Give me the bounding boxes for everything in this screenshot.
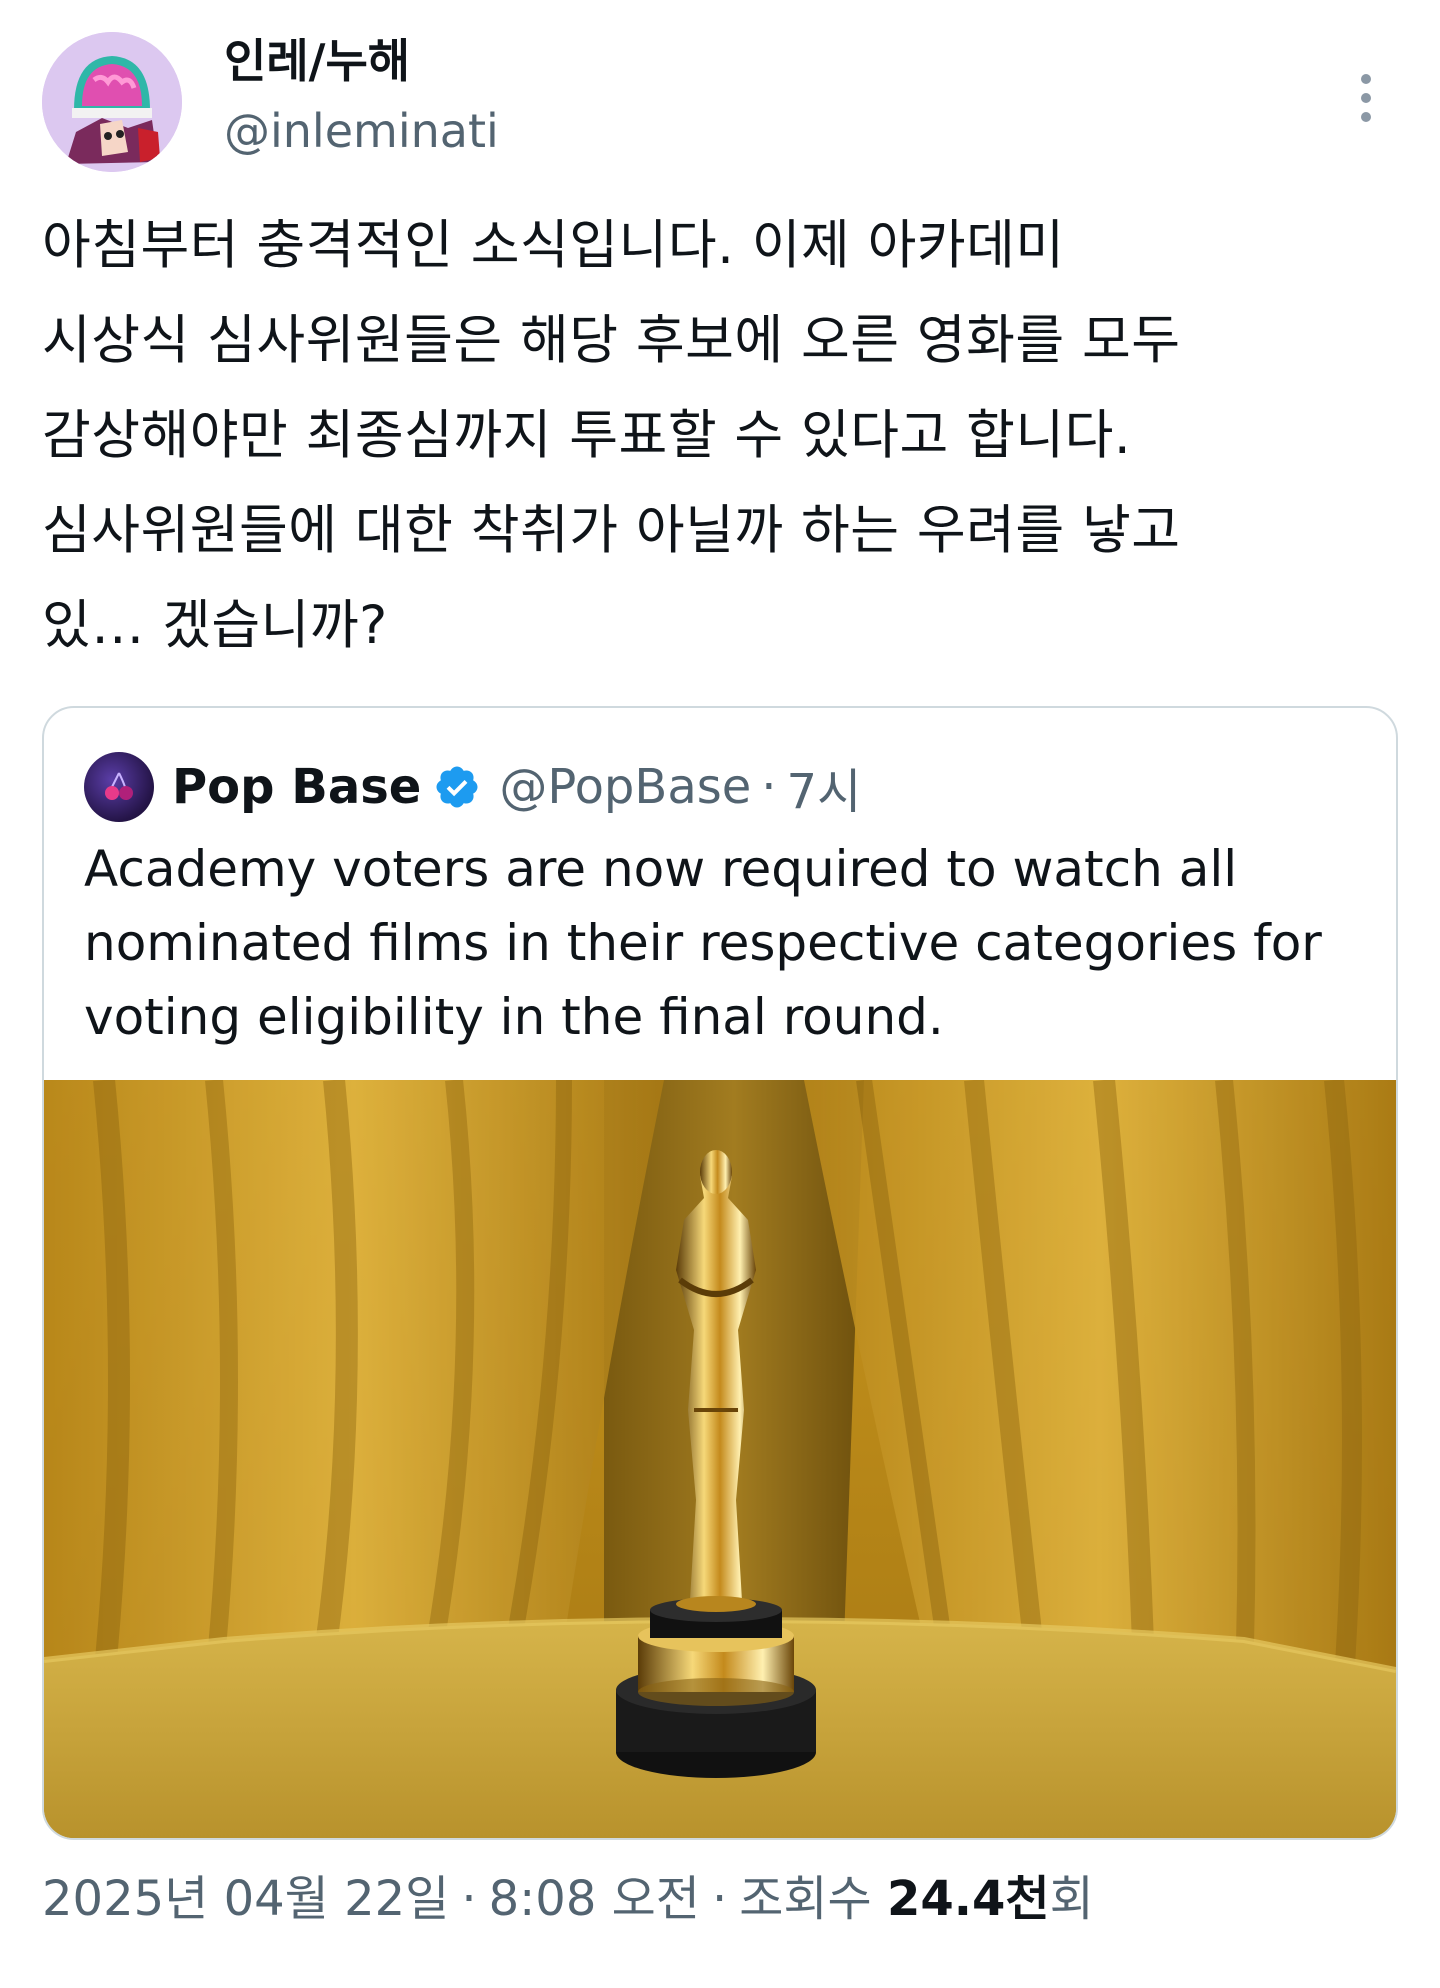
- tweet-body-text: 아침부터 충격적인 소식입니다. 이제 아카데미 시상식 심사위원들은 해당 후…: [42, 215, 1181, 656]
- verified-badge-icon: [436, 766, 478, 808]
- author-handle[interactable]: @inleminati: [224, 98, 499, 164]
- views-suffix: 회: [1049, 1871, 1094, 1927]
- author-display-name[interactable]: 인레/누해: [224, 28, 499, 94]
- tweet-date[interactable]: 2025년 04월 22일: [42, 1871, 449, 1927]
- quoted-tweet-card[interactable]: Pop Base @PopBase · 7시 Academy voters ar…: [42, 706, 1398, 1840]
- separator-dot: ·: [461, 1871, 477, 1927]
- oscar-statuette-photo[interactable]: [44, 1080, 1396, 1838]
- dot: [1361, 112, 1371, 122]
- quoted-tweet-text: Academy voters are now required to watch…: [84, 840, 1322, 1046]
- dot: [1361, 93, 1371, 103]
- quoted-tweet-header: Pop Base @PopBase · 7시: [84, 744, 861, 830]
- views-count: 24.4천: [886, 1871, 1050, 1927]
- views-label: 조회수: [739, 1871, 872, 1927]
- tweet-time[interactable]: 8:08 오전: [489, 1871, 700, 1927]
- quoted-author-avatar[interactable]: [84, 752, 154, 822]
- quoted-tweet-time[interactable]: 7시: [787, 752, 862, 822]
- quoted-author-name[interactable]: Pop Base: [172, 759, 421, 815]
- separator-dot: ·: [711, 1871, 728, 1927]
- quoted-author-handle[interactable]: @PopBase: [499, 759, 751, 815]
- author-avatar[interactable]: [42, 32, 182, 172]
- dot: [1361, 74, 1371, 84]
- cherry-logo-icon: [105, 772, 133, 800]
- tweet-header: 인레/누해 @inleminati: [42, 28, 1402, 176]
- separator-dot: ·: [761, 759, 777, 815]
- tweet-meta: 2025년 04월 22일 · 8:08 오전 · 조회수 24.4천회: [42, 1864, 1094, 1934]
- more-options-icon[interactable]: [1342, 62, 1390, 134]
